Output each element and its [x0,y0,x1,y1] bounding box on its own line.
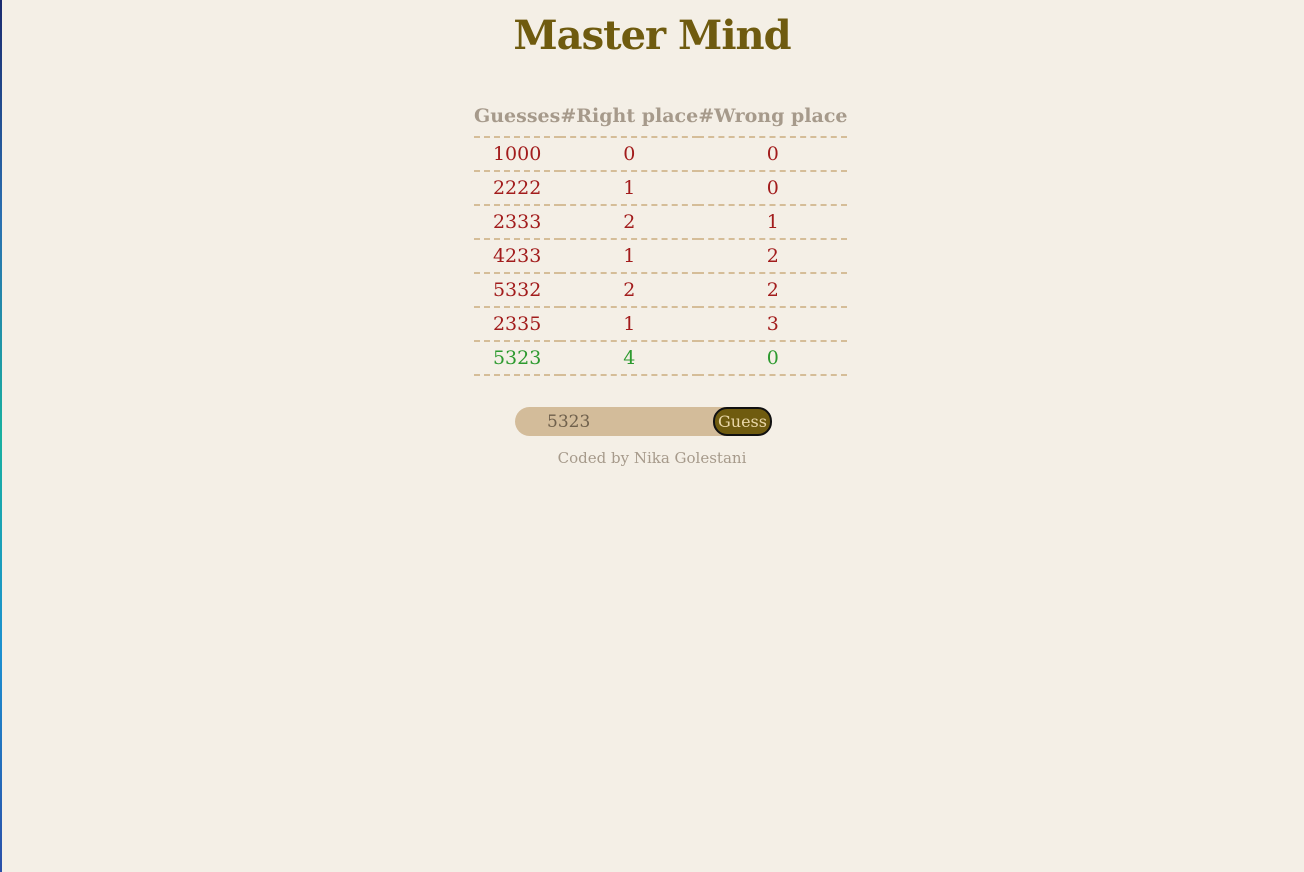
table-row: 1000 0 0 [474,137,848,172]
wrong-place-cell: 0 [698,137,848,172]
right-place-cell: 4 [560,341,699,376]
guesses-table: Guesses #Right place #Wrong place 1000 0… [474,96,848,376]
guess-input[interactable] [515,407,735,436]
guess-form: Guess [515,407,772,436]
header-guesses: Guesses [474,96,561,138]
wrong-place-cell: 1 [698,205,848,240]
wrong-place-cell: 0 [698,341,848,376]
guess-cell: 1000 [474,137,561,172]
table-row: 2335 1 3 [474,307,848,342]
right-place-cell: 2 [560,273,699,308]
right-place-cell: 1 [560,171,699,206]
wrong-place-cell: 2 [698,273,848,308]
wrong-place-cell: 0 [698,171,848,206]
credit-text: Coded by Nika Golestani [557,449,747,467]
right-place-cell: 0 [560,137,699,172]
guess-cell: 2333 [474,205,561,240]
right-place-cell: 2 [560,205,699,240]
wrong-place-cell: 3 [698,307,848,342]
table-row: 2222 1 0 [474,171,848,206]
table-header-row: Guesses #Right place #Wrong place [474,96,848,138]
header-wrong-place: #Wrong place [698,96,848,138]
header-right-place: #Right place [560,96,699,138]
guess-cell: 4233 [474,239,561,274]
guess-cell: 5323 [474,341,561,376]
guess-button[interactable]: Guess [713,407,772,436]
guess-cell: 5332 [474,273,561,308]
window-left-edge [0,0,2,872]
table-row: 5332 2 2 [474,273,848,308]
wrong-place-cell: 2 [698,239,848,274]
table-row: 4233 1 2 [474,239,848,274]
right-place-cell: 1 [560,307,699,342]
guess-cell: 2335 [474,307,561,342]
winning-row: 5323 4 0 [474,341,848,376]
right-place-cell: 1 [560,239,699,274]
guess-cell: 2222 [474,171,561,206]
table-row: 2333 2 1 [474,205,848,240]
page-title: Master Mind [513,12,791,59]
